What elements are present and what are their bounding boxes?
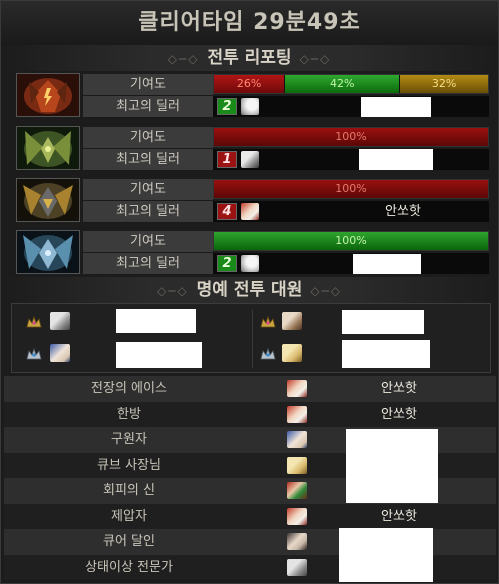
top-dealer-field: 1 bbox=[213, 149, 489, 170]
top-dealer-label: 최고의 딜러 bbox=[83, 149, 213, 171]
redacted-name bbox=[361, 97, 431, 117]
boss-report-row: 기여도 최고의 딜러 100% 4 안쏘핫 bbox=[11, 178, 491, 223]
contribution-bar: 100% bbox=[213, 127, 489, 147]
contribution-bar: 100% bbox=[213, 179, 489, 199]
award-winner-name: 안쏘핫 bbox=[381, 508, 417, 524]
redacted-name-block bbox=[346, 429, 438, 503]
contribution-segment: 100% bbox=[214, 128, 488, 146]
award-title: 큐브 사장님 bbox=[97, 457, 161, 473]
award-winner-name: 안쏘핫 bbox=[381, 406, 417, 422]
silver-medal-icon bbox=[260, 348, 276, 360]
rank-badge: 2 bbox=[217, 255, 237, 272]
contribution-label: 기여도 bbox=[83, 74, 213, 96]
blue-hair-avatar bbox=[50, 344, 70, 362]
top-dealer-field: 2 bbox=[213, 253, 489, 274]
top-dealer-label: 최고의 딜러 bbox=[83, 96, 213, 118]
contribution-label: 기여도 bbox=[83, 231, 213, 253]
award-title: 전장의 에이스 bbox=[91, 381, 167, 396]
red-fox-avatar bbox=[287, 507, 307, 525]
blonde-avatar bbox=[282, 344, 302, 362]
silver-hair-avatar bbox=[50, 312, 70, 330]
rank-badge: 1 bbox=[217, 151, 237, 168]
boss-report-row: 기여도 최고의 딜러 100% 1 bbox=[11, 126, 491, 171]
award-title: 큐어 달인 bbox=[103, 534, 155, 549]
award-title: 한방 bbox=[117, 406, 141, 422]
redacted-name bbox=[342, 340, 430, 368]
ornament-right: ◇─◇ bbox=[299, 52, 332, 66]
blue-hair-avatar bbox=[287, 431, 307, 448]
clear-report-window: 클리어타임 29분49초 ◇─◇ 전투 리포팅 ◇─◇ 기여도 최고의 딜러 26%… bbox=[0, 0, 499, 584]
gold-medal-icon bbox=[260, 316, 276, 328]
green-boss-icon bbox=[16, 126, 80, 170]
dealer-name: 안쏘핫 bbox=[385, 204, 421, 219]
rank-badge: 2 bbox=[217, 98, 237, 115]
redacted-name bbox=[353, 254, 421, 274]
redacted-name bbox=[359, 149, 433, 170]
gold-boss-icon bbox=[16, 178, 80, 222]
red-fox-avatar bbox=[241, 203, 259, 220]
honor-heading-text: 명예 전투 대원 bbox=[196, 280, 303, 300]
red-fox-avatar bbox=[287, 380, 307, 397]
redacted-name-block bbox=[339, 528, 433, 582]
silver-hair-avatar bbox=[241, 151, 259, 168]
contribution-bar: 26% 42% 32% bbox=[213, 74, 489, 94]
contribution-label: 기여도 bbox=[83, 127, 213, 149]
redacted-name bbox=[342, 310, 424, 334]
red-fox-avatar bbox=[287, 405, 307, 423]
silver-hair-avatar bbox=[287, 558, 307, 576]
gold-medal-icon bbox=[26, 316, 42, 328]
award-title: 제압자 bbox=[111, 508, 147, 524]
contribution-segment: 100% bbox=[214, 180, 488, 198]
top-dealer-field: 2 bbox=[213, 96, 489, 117]
contribution-segment: 42% bbox=[285, 75, 401, 93]
award-title: 회피의 신 bbox=[103, 483, 155, 498]
award-winner-name: 안쏘핫 bbox=[381, 381, 417, 396]
honor-divider bbox=[252, 310, 253, 368]
contribution-label: 기여도 bbox=[83, 179, 213, 201]
contribution-segment: 100% bbox=[214, 232, 488, 250]
top-dealer-label: 최고의 딜러 bbox=[83, 201, 213, 223]
ornament-left: ◇─◇ bbox=[156, 284, 189, 298]
award-row: 한방 안쏘핫 bbox=[4, 401, 496, 427]
redacted-name bbox=[116, 342, 202, 368]
ornament-left: ◇─◇ bbox=[167, 52, 200, 66]
boss-report-row: 기여도 최고의 딜러 100% 2 bbox=[11, 230, 491, 275]
ornament-right: ◇─◇ bbox=[310, 284, 343, 298]
rank-badge: 4 bbox=[217, 203, 237, 220]
award-row: 제압자 안쏘핫 bbox=[4, 503, 496, 529]
white-hair-avatar bbox=[241, 255, 259, 272]
redacted-name bbox=[116, 309, 196, 333]
award-title: 구원자 bbox=[111, 432, 147, 447]
white-hair-avatar bbox=[241, 98, 259, 115]
contribution-bar: 100% bbox=[213, 231, 489, 251]
clear-time-title: 클리어타임 29분49초 bbox=[1, 1, 498, 45]
award-row: 전장의 에이스 안쏘핫 bbox=[4, 376, 496, 402]
contribution-segment: 26% bbox=[214, 75, 286, 93]
brown-hair-avatar bbox=[282, 312, 302, 330]
battle-report-heading-text: 전투 리포팅 bbox=[207, 48, 292, 68]
honor-member-panel bbox=[11, 303, 491, 373]
contribution-segment: 32% bbox=[400, 75, 488, 93]
award-title: 상태이상 전문가 bbox=[85, 559, 173, 575]
top-dealer-field: 4 안쏘핫 bbox=[213, 201, 489, 222]
boss-report-row: 기여도 최고의 딜러 26% 42% 32% 2 bbox=[11, 73, 491, 118]
dark-hair-avatar bbox=[287, 533, 307, 550]
top-dealer-label: 최고의 딜러 bbox=[83, 253, 213, 275]
blonde-avatar bbox=[287, 456, 307, 474]
silver-medal-icon bbox=[26, 348, 42, 360]
honor-heading: ◇─◇ 명예 전투 대원 ◇─◇ bbox=[1, 277, 498, 303]
battle-report-heading: ◇─◇ 전투 리포팅 ◇─◇ bbox=[1, 45, 498, 71]
red-boss-icon bbox=[16, 73, 80, 117]
green-eye-avatar bbox=[287, 482, 307, 499]
blue-boss-icon bbox=[16, 230, 80, 274]
